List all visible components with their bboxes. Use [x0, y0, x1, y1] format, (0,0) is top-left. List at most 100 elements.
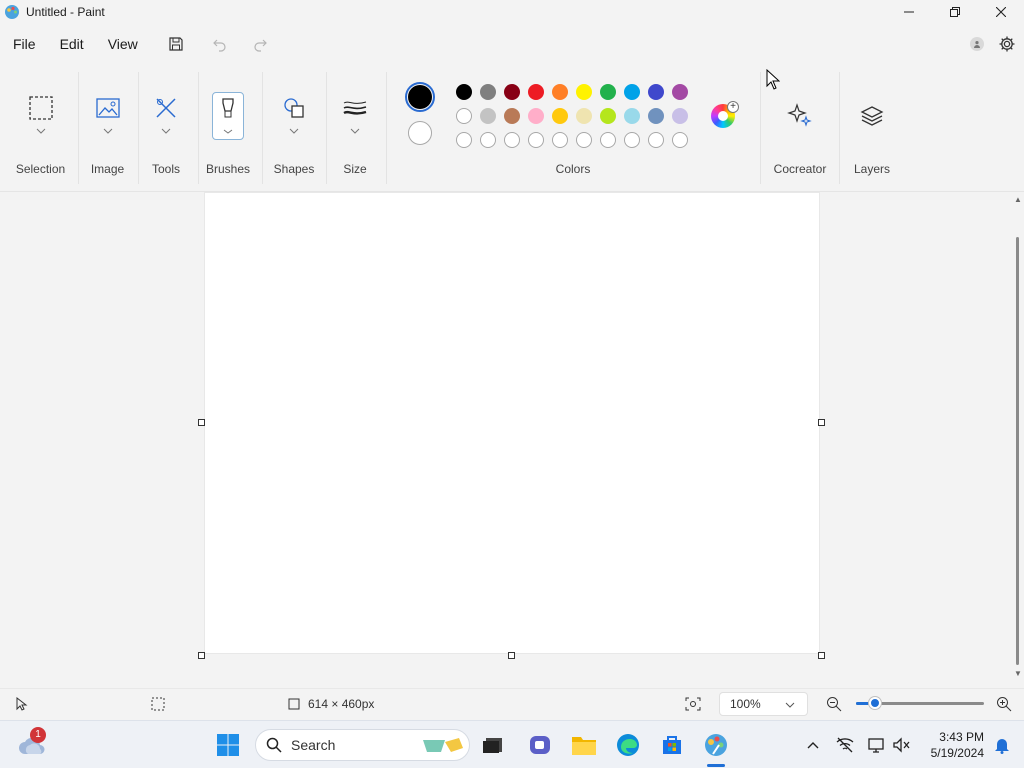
canvas-size-icon [288, 698, 300, 710]
resize-handle-bottom[interactable] [508, 652, 515, 659]
start-button[interactable] [212, 729, 244, 761]
brushes-group[interactable]: Brushes [200, 64, 256, 192]
status-bar: 614 × 460px 100% [0, 688, 1024, 720]
zoom-out-button[interactable] [826, 689, 842, 719]
zoom-slider-thumb[interactable] [869, 697, 882, 709]
resize-handle-bottom-right[interactable] [818, 652, 825, 659]
color-swatch[interactable] [504, 108, 520, 124]
drawing-canvas[interactable] [205, 193, 819, 653]
redo-button[interactable] [244, 28, 276, 60]
color-swatch[interactable] [672, 84, 688, 100]
resize-handle-bottom-left[interactable] [198, 652, 205, 659]
brush-button[interactable] [212, 92, 244, 140]
custom-color-slot[interactable] [672, 132, 688, 148]
task-view-button[interactable] [477, 729, 509, 761]
account-icon [974, 41, 980, 48]
primary-color-button[interactable] [405, 82, 435, 112]
color-swatch[interactable] [576, 108, 592, 124]
chevron-down-icon [785, 702, 795, 708]
menu-bar: File Edit View [0, 28, 1024, 60]
close-icon [996, 7, 1006, 17]
menu-file[interactable]: File [0, 28, 48, 60]
custom-color-slot[interactable] [552, 132, 568, 148]
shapes-group[interactable]: Shapes [264, 64, 324, 192]
color-swatch[interactable] [528, 108, 544, 124]
weather-notification-badge: 1 [30, 727, 46, 743]
undo-button[interactable] [204, 28, 236, 60]
show-hidden-icons-button[interactable] [797, 729, 829, 761]
color-swatch[interactable] [648, 108, 664, 124]
tools-group[interactable]: Tools [140, 64, 192, 192]
custom-color-slot[interactable] [456, 132, 472, 148]
resize-handle-left[interactable] [198, 419, 205, 426]
paint-taskbar-button[interactable] [700, 729, 732, 761]
selection-size [151, 689, 165, 719]
color-swatch[interactable] [552, 84, 568, 100]
notification-button[interactable] [986, 729, 1018, 761]
network-button[interactable] [829, 729, 861, 761]
zoom-in-button[interactable] [996, 689, 1012, 719]
custom-color-slot[interactable] [576, 132, 592, 148]
display-icon [868, 738, 884, 753]
color-swatch[interactable] [456, 108, 472, 124]
volume-button[interactable] [886, 729, 918, 761]
custom-color-slot[interactable] [624, 132, 640, 148]
color-swatch[interactable] [648, 84, 664, 100]
settings-icon[interactable] [998, 35, 1016, 53]
save-button[interactable] [160, 28, 192, 60]
edge-button[interactable] [612, 729, 644, 761]
custom-color-slot[interactable] [504, 132, 520, 148]
notification-bell-icon [995, 739, 1009, 754]
color-swatch[interactable] [576, 84, 592, 100]
custom-color-slot[interactable] [648, 132, 664, 148]
color-swatch[interactable] [456, 84, 472, 100]
file-explorer-button[interactable] [568, 729, 600, 761]
taskbar-clock[interactable]: 3:43 PM 5/19/2024 [920, 729, 984, 761]
layers-group[interactable]: Layers [842, 64, 902, 192]
sparkle-icon [784, 100, 816, 132]
color-swatch[interactable] [480, 84, 496, 100]
menu-view[interactable]: View [96, 28, 150, 60]
scrollbar-thumb[interactable] [1016, 237, 1019, 665]
paint-icon [705, 734, 727, 756]
scroll-down-icon[interactable]: ▼ [1014, 669, 1022, 678]
close-button[interactable] [978, 0, 1024, 24]
color-swatch[interactable] [624, 84, 640, 100]
image-group[interactable]: Image [80, 64, 135, 192]
teams-button[interactable] [524, 729, 556, 761]
color-swatch[interactable] [672, 108, 688, 124]
scroll-up-icon[interactable]: ▲ [1014, 195, 1022, 204]
ribbon-divider [262, 72, 263, 184]
teams-icon [530, 736, 550, 754]
minimize-button[interactable] [886, 0, 932, 24]
tools-icon [150, 92, 182, 124]
color-swatch[interactable] [552, 108, 568, 124]
custom-color-slot[interactable] [480, 132, 496, 148]
redo-icon [254, 39, 267, 52]
minimize-icon [904, 11, 914, 13]
color-swatch[interactable] [504, 84, 520, 100]
chevron-down-icon [350, 128, 360, 134]
color-swatch[interactable] [600, 108, 616, 124]
custom-color-slot[interactable] [600, 132, 616, 148]
ribbon-divider [386, 72, 387, 184]
selection-group[interactable]: Selection [8, 64, 73, 192]
color-swatch[interactable] [480, 108, 496, 124]
store-button[interactable] [656, 729, 688, 761]
zoom-dropdown[interactable]: 100% [719, 692, 808, 716]
color-swatch[interactable] [528, 84, 544, 100]
resize-handle-right[interactable] [818, 419, 825, 426]
add-color-icon[interactable]: + [727, 101, 739, 113]
taskbar-search[interactable]: Search [255, 729, 470, 761]
account-button[interactable] [970, 37, 984, 51]
secondary-color-button[interactable] [408, 121, 432, 145]
menu-edit[interactable]: Edit [48, 28, 96, 60]
restore-button[interactable] [932, 0, 978, 24]
custom-color-slot[interactable] [528, 132, 544, 148]
color-swatch[interactable] [624, 108, 640, 124]
fit-to-window-button[interactable] [685, 689, 701, 719]
vertical-scrollbar[interactable]: ▲ ▼ [1012, 193, 1024, 686]
size-group[interactable]: Size [328, 64, 382, 192]
color-swatch[interactable] [600, 84, 616, 100]
canvas-size-label: 614 × 460px [308, 697, 375, 711]
